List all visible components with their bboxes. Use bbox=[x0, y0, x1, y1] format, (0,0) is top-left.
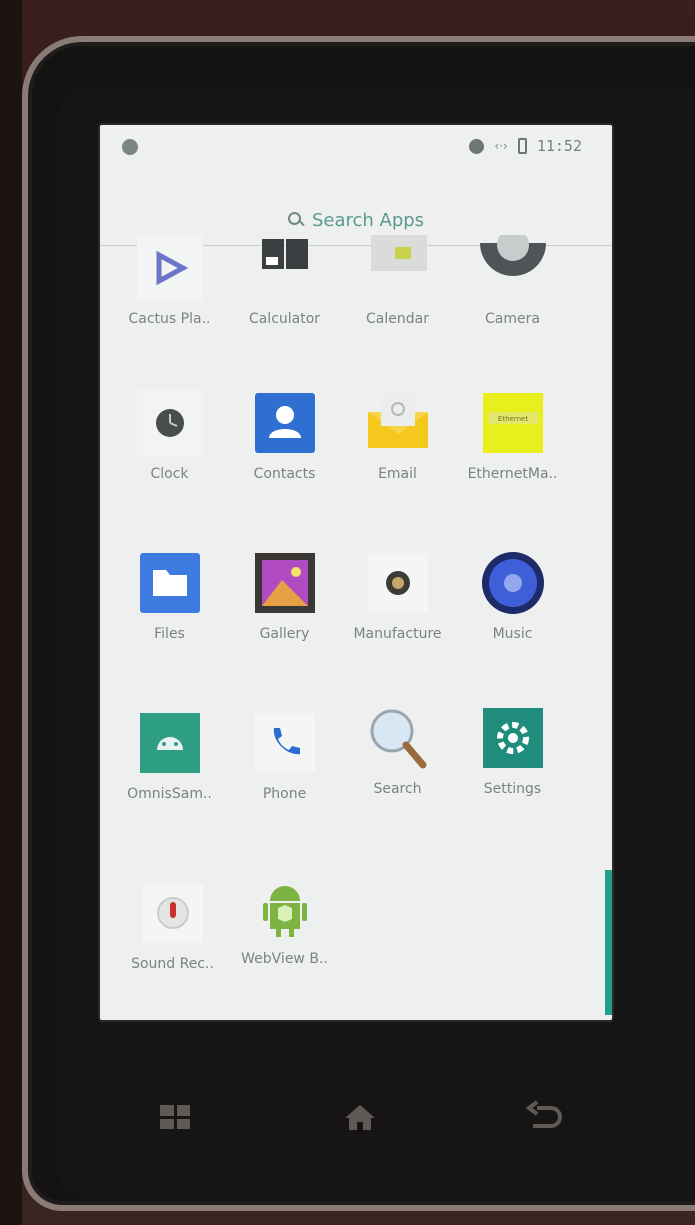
recent-apps-icon[interactable] bbox=[160, 1105, 190, 1129]
search-apps-label: Search Apps bbox=[311, 209, 425, 231]
search-app-icon bbox=[365, 705, 431, 771]
app-phone[interactable]: Phone bbox=[227, 710, 342, 802]
app-label: Search bbox=[373, 781, 422, 797]
app-ethernet-manager[interactable]: Ethernet EthernetMa.. bbox=[455, 390, 570, 482]
gallery-icon bbox=[252, 550, 318, 616]
app-label: Calendar bbox=[366, 311, 429, 327]
navigation-bar bbox=[0, 1080, 695, 1150]
app-contacts[interactable]: Contacts bbox=[227, 390, 342, 482]
app-label: Email bbox=[378, 466, 417, 482]
app-label: Files bbox=[154, 626, 185, 642]
ethernet-manager-icon: Ethernet bbox=[480, 390, 546, 456]
cactus-player-icon bbox=[136, 235, 203, 301]
manufacture-icon bbox=[365, 550, 431, 616]
app-label: Manufacture bbox=[353, 626, 442, 642]
app-label: Phone bbox=[262, 786, 307, 802]
phone-icon bbox=[252, 710, 318, 776]
android-omnis-icon bbox=[137, 710, 203, 776]
webview-browser-icon bbox=[252, 875, 318, 941]
battery-icon bbox=[517, 138, 527, 154]
email-icon bbox=[365, 390, 431, 456]
app-omnis-sample[interactable]: OmnisSam.. bbox=[112, 710, 227, 802]
clock-icon bbox=[136, 390, 203, 456]
app-label: EthernetMa.. bbox=[467, 466, 558, 482]
app-files[interactable]: Files bbox=[112, 550, 227, 642]
music-icon bbox=[480, 550, 546, 616]
app-calculator[interactable]: Calculator bbox=[227, 235, 342, 327]
app-gallery[interactable]: Gallery bbox=[227, 550, 342, 642]
ethernet-badge-text: Ethernet bbox=[497, 415, 527, 423]
app-search[interactable]: Search bbox=[340, 705, 455, 797]
back-icon[interactable] bbox=[525, 1100, 565, 1134]
app-label: Camera bbox=[485, 311, 540, 327]
app-email[interactable]: Email bbox=[340, 390, 455, 482]
app-label: Clock bbox=[150, 466, 189, 482]
app-clock[interactable]: Clock bbox=[112, 390, 227, 482]
app-label: Calculator bbox=[248, 311, 321, 327]
app-label: Cactus Pla.. bbox=[128, 311, 211, 327]
sync-icon bbox=[469, 138, 485, 154]
app-camera[interactable]: Camera bbox=[455, 229, 570, 327]
screen: ‹·› 11:52 Search Apps Cactus Pla.. Calcu… bbox=[100, 125, 612, 1020]
app-calendar[interactable]: Calendar bbox=[340, 235, 455, 327]
calendar-icon bbox=[365, 235, 431, 301]
app-webview-browser[interactable]: WebView B.. bbox=[227, 875, 342, 967]
settings-icon bbox=[480, 705, 546, 771]
app-settings[interactable]: Settings bbox=[455, 705, 570, 797]
status-icons: ‹·› 11:52 bbox=[469, 137, 582, 155]
app-music[interactable]: Music bbox=[455, 550, 570, 642]
app-cactus-player[interactable]: Cactus Pla.. bbox=[112, 235, 227, 327]
app-label: Sound Rec.. bbox=[131, 956, 214, 972]
status-time: 11:52 bbox=[536, 137, 582, 155]
files-icon bbox=[137, 550, 203, 616]
app-label: OmnisSam.. bbox=[127, 786, 212, 802]
app-label: WebView B.. bbox=[241, 951, 328, 967]
wifi-arrows-icon: ‹·› bbox=[494, 139, 508, 153]
app-label: Contacts bbox=[253, 466, 316, 482]
app-label: Music bbox=[492, 626, 533, 642]
app-label: Settings bbox=[483, 781, 542, 797]
search-icon bbox=[287, 212, 304, 228]
app-sound-recorder[interactable]: Sound Rec.. bbox=[115, 880, 230, 972]
status-bar: ‹·› 11:52 bbox=[100, 125, 612, 171]
contacts-icon bbox=[252, 390, 318, 456]
scrollbar-thumb[interactable] bbox=[605, 870, 612, 1015]
app-manufacture[interactable]: Manufacture bbox=[340, 550, 455, 642]
calculator-icon bbox=[252, 235, 318, 301]
notification-dot-icon bbox=[122, 139, 138, 155]
sound-recorder-icon bbox=[140, 880, 206, 946]
background-edge bbox=[0, 0, 22, 1225]
app-label: Gallery bbox=[259, 626, 310, 642]
camera-icon bbox=[479, 229, 546, 301]
home-icon[interactable] bbox=[343, 1102, 377, 1132]
